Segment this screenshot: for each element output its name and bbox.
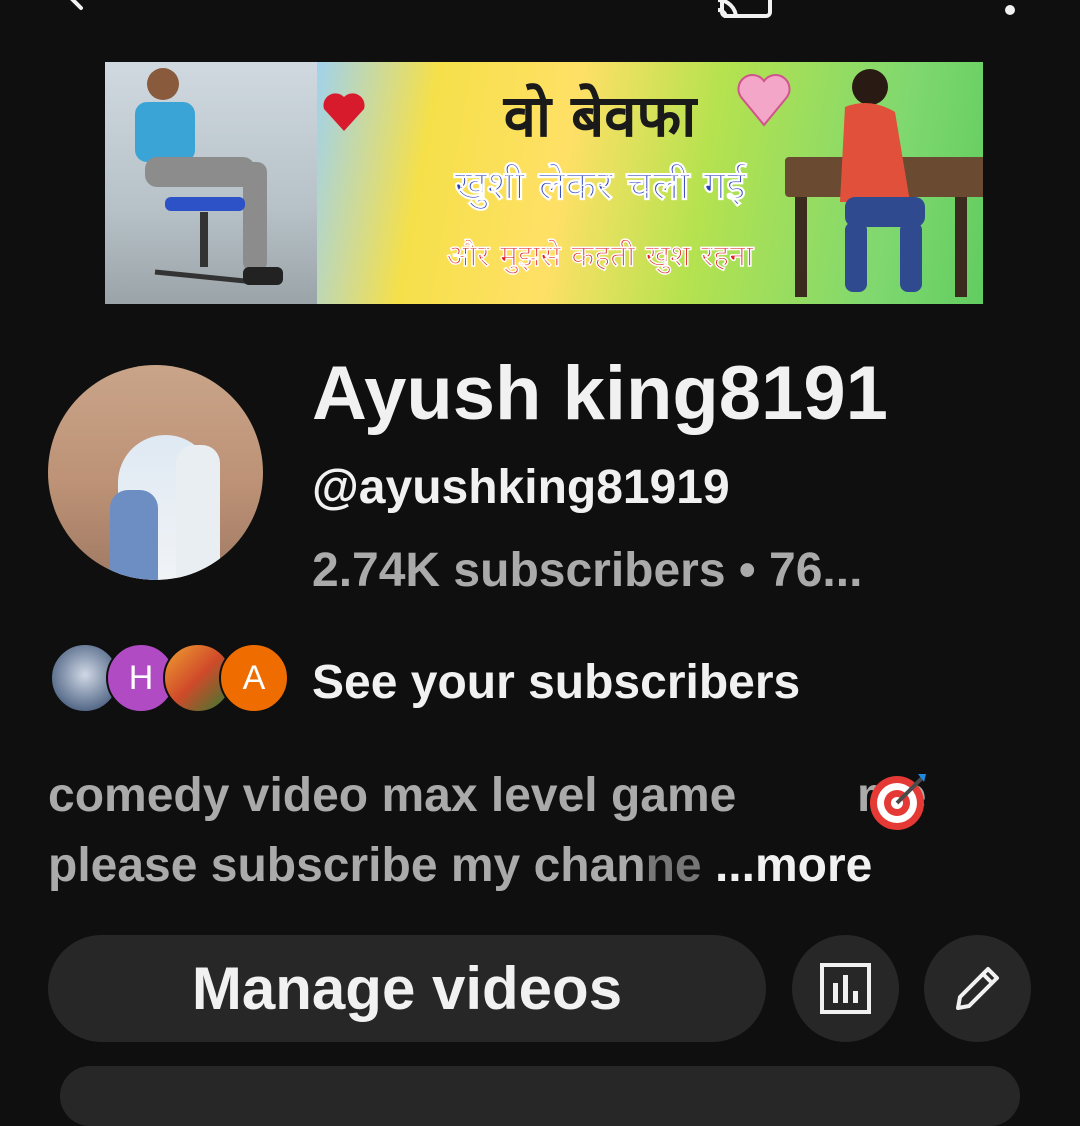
next-button-partial[interactable] (60, 1066, 1020, 1126)
more-vert-icon[interactable] (995, 0, 1025, 20)
analytics-button[interactable] (792, 935, 899, 1042)
direct-hit-target-icon (870, 774, 926, 830)
manage-videos-button[interactable]: Manage videos (48, 935, 766, 1042)
banner-subtitle: खुशी लेकर चली गई (454, 163, 746, 210)
subscriber-avatar: A (219, 643, 289, 713)
channel-description-line1[interactable]: comedy video max level game me (48, 768, 926, 823)
channel-stats[interactable]: 2.74K subscribers • 76... (312, 543, 862, 598)
banner-title: वो बेवफा (503, 82, 697, 150)
description-fade-text: ne (645, 839, 702, 892)
channel-avatar[interactable] (48, 365, 263, 580)
see-subscribers-link[interactable]: See your subscribers (312, 655, 800, 710)
search-icon[interactable] (858, 0, 918, 20)
description-text: please subscribe my chan (48, 839, 646, 892)
more-link[interactable]: ...more (715, 839, 872, 892)
banner-edge (983, 62, 1017, 304)
description-text: comedy video max level game (48, 769, 737, 822)
top-bar (0, 0, 1080, 30)
banner-caption: और मुझसे कहती खुश रहना (446, 239, 754, 275)
channel-banner: वो बेवफा खुशी लेकर चली गई और मुझसे कहती … (105, 62, 1017, 304)
edit-channel-button[interactable] (924, 935, 1031, 1042)
back-arrow-icon[interactable] (55, 0, 95, 16)
banner-person-left (135, 68, 283, 285)
analytics-icon (820, 963, 871, 1014)
cast-icon[interactable] (712, 0, 776, 20)
avatar-person-adult (176, 445, 220, 580)
avatar-person-child (110, 490, 158, 580)
subscriber-avatars[interactable]: H A (50, 643, 290, 715)
channel-name: Ayush king8191 (312, 351, 888, 436)
channel-handle: @ayushking81919 (312, 461, 730, 514)
channel-description-line2[interactable]: please subscribe my channe ...more (48, 838, 872, 893)
edit-pencil-icon (956, 967, 999, 1010)
